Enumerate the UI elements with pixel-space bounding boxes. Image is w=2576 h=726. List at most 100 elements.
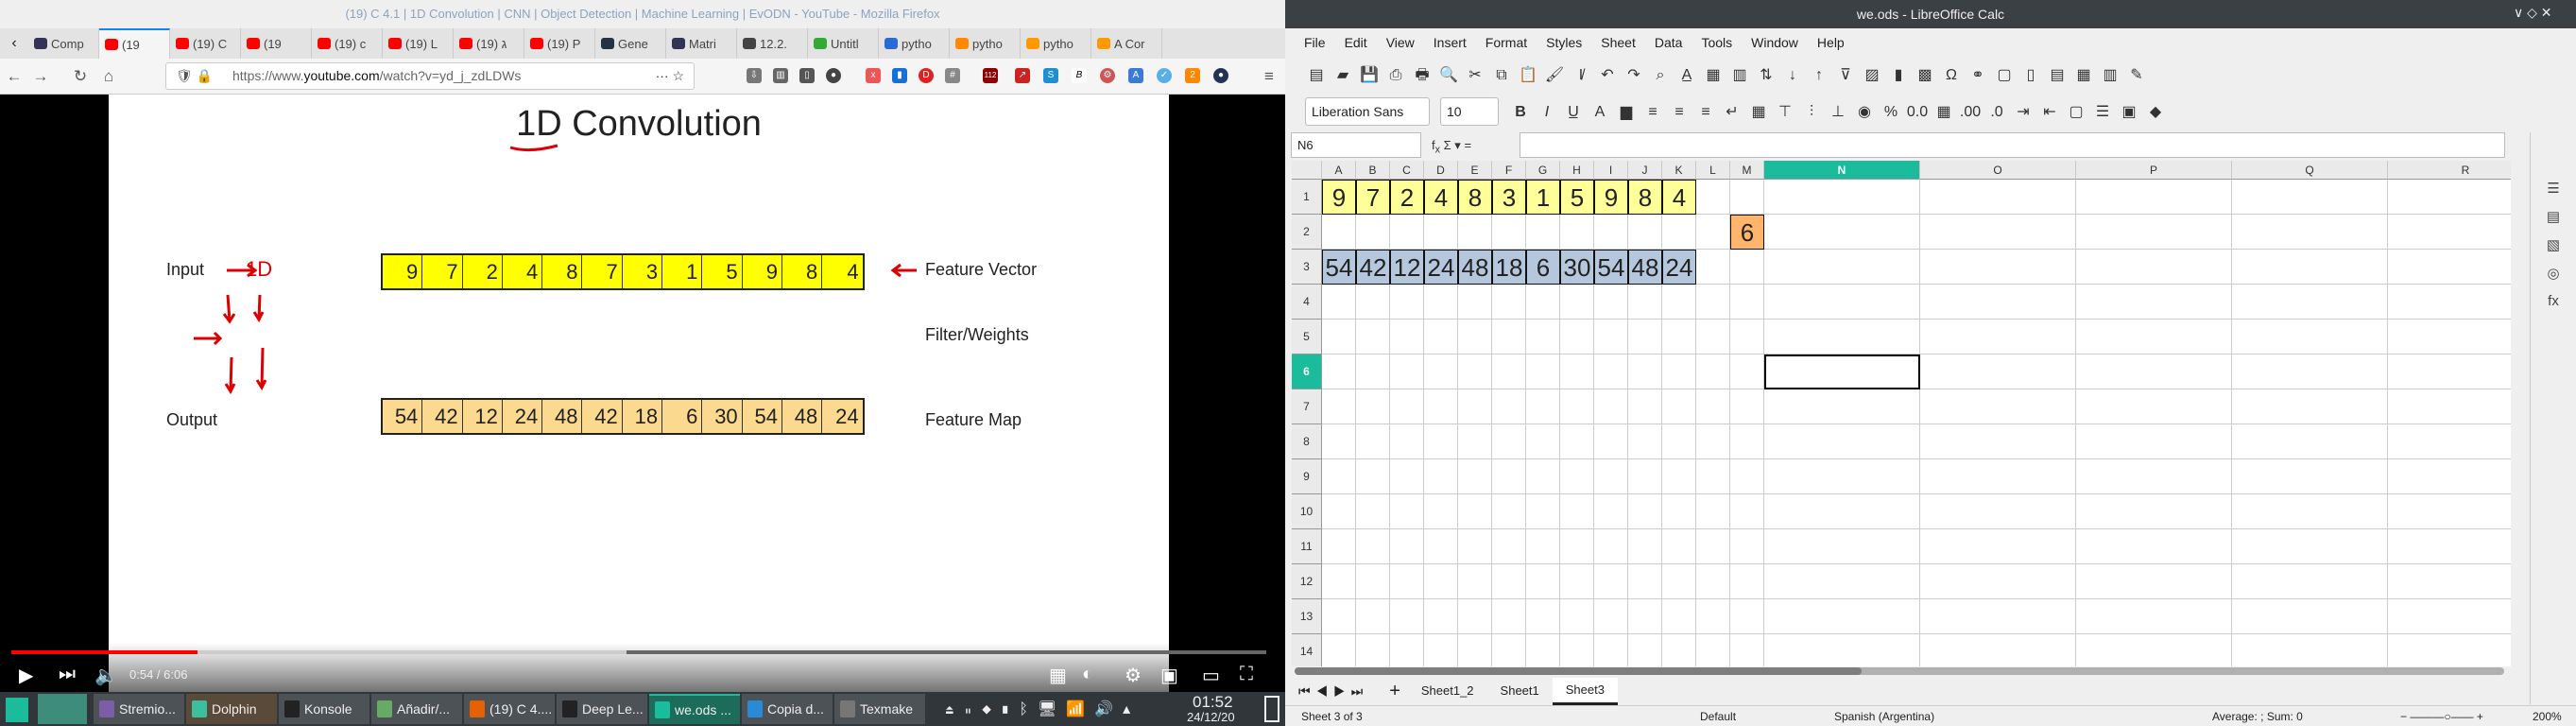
cell[interactable] [1628, 599, 1662, 634]
cell[interactable] [1628, 285, 1662, 320]
cell[interactable] [1356, 215, 1390, 250]
cell[interactable] [1730, 320, 1764, 354]
cell-I1[interactable]: 9 [1594, 180, 1628, 215]
cell[interactable] [1662, 529, 1696, 564]
extension-icon[interactable]: ↗ [1015, 68, 1030, 83]
cell[interactable] [1696, 564, 1730, 599]
row-icon[interactable]: ▦ [1701, 63, 1726, 88]
play-icon[interactable]: ▶ [19, 664, 33, 687]
cell[interactable] [1424, 354, 1458, 389]
cell[interactable] [1390, 529, 1424, 564]
corner-select-all[interactable] [1292, 161, 1322, 180]
sort-ascending-icon[interactable]: ↓ [1780, 63, 1805, 88]
cell[interactable] [2388, 564, 2511, 599]
menu-format[interactable]: Format [1476, 28, 1537, 57]
cell[interactable] [2076, 354, 2232, 389]
cell[interactable] [1458, 320, 1492, 354]
properties-icon[interactable]: ☰ [2544, 180, 2563, 199]
cell-E1[interactable]: 8 [1458, 180, 1492, 215]
bold-icon[interactable]: B [1508, 100, 1533, 125]
decrease-indent-icon[interactable]: ⇤ [2037, 100, 2062, 125]
taskbar-task[interactable]: we.ods ... [649, 694, 740, 724]
row-header-2[interactable]: 2 [1292, 215, 1322, 250]
cell[interactable] [1730, 459, 1764, 494]
cell[interactable] [2232, 354, 2388, 389]
gallery-icon[interactable]: ▧ [2544, 236, 2563, 255]
browser-tab[interactable]: A Cor [1091, 28, 1162, 59]
cell[interactable] [2232, 424, 2388, 459]
find-replace-icon[interactable]: ⌕ [1648, 63, 1673, 88]
cell[interactable] [1594, 215, 1628, 250]
sort-icon[interactable]: ⇅ [1754, 63, 1778, 88]
column-header-r[interactable]: R [2388, 161, 2511, 180]
back-icon[interactable]: ← [4, 66, 25, 87]
cell[interactable] [1764, 250, 1920, 285]
cell[interactable] [2388, 634, 2511, 666]
cell[interactable] [1920, 494, 2076, 529]
cell[interactable] [1696, 599, 1730, 634]
copy-icon[interactable]: ⧉ [1489, 63, 1514, 88]
cell[interactable] [2076, 564, 2232, 599]
url-bar[interactable]: 🛡 🔒 https://www.youtube.com/watch?v=yd_j… [165, 62, 695, 90]
clock-date[interactable]: 24/12/20 [1187, 710, 1235, 724]
cell[interactable] [1696, 215, 1730, 250]
row-header-5[interactable]: 5 [1292, 320, 1322, 354]
font-color-icon[interactable]: A [1588, 100, 1612, 125]
cell[interactable] [1390, 494, 1424, 529]
cell[interactable] [1730, 494, 1764, 529]
cell[interactable] [1594, 285, 1628, 320]
cell[interactable] [2388, 529, 2511, 564]
cell[interactable] [1594, 494, 1628, 529]
cell[interactable] [1458, 424, 1492, 459]
cell[interactable] [2076, 285, 2232, 320]
cell[interactable] [1920, 180, 2076, 215]
cell[interactable] [2232, 250, 2388, 285]
cell[interactable] [1458, 459, 1492, 494]
cell[interactable] [2076, 250, 2232, 285]
cell[interactable] [1696, 320, 1730, 354]
tabs-scroll-left-icon[interactable]: ‹ [0, 28, 28, 59]
sheet-tab-sheet3[interactable]: Sheet3 [1552, 677, 1618, 705]
menu-help[interactable]: Help [1808, 28, 1854, 57]
cell[interactable] [1322, 424, 1356, 459]
cell[interactable] [1662, 285, 1696, 320]
menu-tools[interactable]: Tools [1692, 28, 1742, 57]
cell[interactable] [2232, 529, 2388, 564]
taskbar-task[interactable]: Stremio... [94, 694, 184, 724]
cell[interactable] [1764, 320, 1920, 354]
browser-tab[interactable]: pytho [1021, 28, 1091, 59]
cell-G1[interactable]: 1 [1526, 180, 1560, 215]
image-icon[interactable]: ▨ [1860, 63, 1884, 88]
styles-icon[interactable]: ▤ [2544, 208, 2563, 227]
cell[interactable] [1458, 634, 1492, 666]
cell-G3[interactable]: 6 [1526, 250, 1560, 285]
translate-icon[interactable]: A [1128, 68, 1143, 83]
row-header-14[interactable]: 14 [1292, 634, 1322, 666]
cell[interactable] [1696, 424, 1730, 459]
reload-icon[interactable]: ↻ [70, 66, 91, 87]
headers-footers-icon[interactable]: ▯ [2018, 63, 2043, 88]
cell[interactable] [1920, 320, 2076, 354]
highlight-icon[interactable]: ▆ [1614, 100, 1639, 125]
cell[interactable] [1662, 494, 1696, 529]
cell[interactable] [1390, 354, 1424, 389]
cell[interactable] [2388, 215, 2511, 250]
cell[interactable] [1526, 599, 1560, 634]
print-preview-icon[interactable]: 🔍 [1436, 63, 1461, 88]
cell[interactable] [1356, 459, 1390, 494]
paste-icon[interactable]: 📋 [1516, 63, 1540, 88]
date-icon[interactable]: ▦ [1932, 100, 1956, 125]
percent-icon[interactable]: % [1879, 100, 1903, 125]
cell-F3[interactable]: 18 [1492, 250, 1526, 285]
cell[interactable] [1628, 494, 1662, 529]
cell[interactable] [1492, 564, 1526, 599]
row-header-4[interactable]: 4 [1292, 285, 1322, 320]
cell[interactable] [2076, 389, 2232, 424]
subtitles-icon[interactable]: ▦ [1049, 664, 1067, 687]
column-header-b[interactable]: B [1356, 161, 1390, 180]
cell[interactable] [1560, 215, 1594, 250]
cell[interactable] [2076, 215, 2232, 250]
cell[interactable] [1526, 459, 1560, 494]
align-left-icon[interactable]: ≡ [1640, 100, 1665, 125]
cell[interactable] [1356, 494, 1390, 529]
